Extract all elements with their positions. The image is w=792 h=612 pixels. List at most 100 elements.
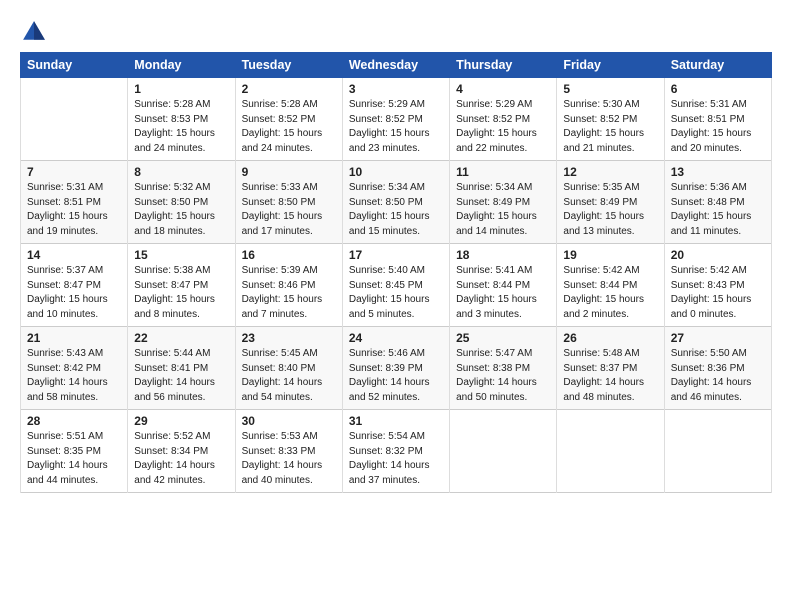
calendar-cell: 30Sunrise: 5:53 AM Sunset: 8:33 PM Dayli… xyxy=(235,410,342,493)
day-info: Sunrise: 5:37 AM Sunset: 8:47 PM Dayligh… xyxy=(27,264,121,322)
day-info: Sunrise: 5:35 AM Sunset: 8:49 PM Dayligh… xyxy=(563,181,657,239)
day-info: Sunrise: 5:28 AM Sunset: 8:53 PM Dayligh… xyxy=(134,98,228,156)
calendar-cell: 19Sunrise: 5:42 AM Sunset: 8:44 PM Dayli… xyxy=(557,244,664,327)
day-info: Sunrise: 5:36 AM Sunset: 8:48 PM Dayligh… xyxy=(671,181,765,239)
day-number: 16 xyxy=(242,248,336,262)
calendar-cell: 6 Sunrise: 5:31 AM Sunset: 8:51 PM Daylig… xyxy=(664,78,771,161)
calendar-week-row: 28Sunrise: 5:51 AM Sunset: 8:35 PM Dayli… xyxy=(21,410,772,493)
day-number: 19 xyxy=(563,248,657,262)
day-number: 14 xyxy=(27,248,121,262)
day-info: Sunrise: 5:47 AM Sunset: 8:38 PM Dayligh… xyxy=(456,347,550,405)
calendar-cell: 10 Sunrise: 5:34 AM Sunset: 8:50 PM Dayli… xyxy=(342,161,449,244)
col-header-thursday: Thursday xyxy=(450,53,557,78)
calendar-cell: 29 Sunrise: 5:52 AM Sunset: 8:34 PM Dayli… xyxy=(128,410,235,493)
col-header-saturday: Saturday xyxy=(664,53,771,78)
calendar-cell: 31 Sunrise: 5:54 AM Sunset: 8:32 PM Dayli… xyxy=(342,410,449,493)
day-number: 8 xyxy=(134,165,228,179)
calendar-cell: 27 Sunrise: 5:50 AM Sunset: 8:36 PM Dayli… xyxy=(664,327,771,410)
day-number: 31 xyxy=(349,414,443,428)
day-number: 17 xyxy=(349,248,443,262)
day-info: Sunrise: 5:53 AM Sunset: 8:33 PM Dayligh… xyxy=(242,430,336,488)
calendar-header-row: SundayMondayTuesdayWednesdayThursdayFrid… xyxy=(21,53,772,78)
day-number: 11 xyxy=(456,165,550,179)
header xyxy=(20,18,772,46)
day-info: Sunrise: 5:54 AM Sunset: 8:32 PM Dayligh… xyxy=(349,430,443,488)
calendar-cell xyxy=(557,410,664,493)
calendar-cell: 23 Sunrise: 5:45 AM Sunset: 8:40 PM Dayli… xyxy=(235,327,342,410)
calendar-table: SundayMondayTuesdayWednesdayThursdayFrid… xyxy=(20,52,772,493)
day-info: Sunrise: 5:30 AM Sunset: 8:52 PM Dayligh… xyxy=(563,98,657,156)
col-header-wednesday: Wednesday xyxy=(342,53,449,78)
day-number: 3 xyxy=(349,82,443,96)
day-number: 13 xyxy=(671,165,765,179)
calendar-cell: 14 Sunrise: 5:37 AM Sunset: 8:47 PM Dayli… xyxy=(21,244,128,327)
day-number: 7 xyxy=(27,165,121,179)
calendar-cell: 24 Sunrise: 5:46 AM Sunset: 8:39 PM Dayli… xyxy=(342,327,449,410)
day-info: Sunrise: 5:44 AM Sunset: 8:41 PM Dayligh… xyxy=(134,347,228,405)
day-number: 15 xyxy=(134,248,228,262)
day-number: 6 xyxy=(671,82,765,96)
calendar-cell: 5 Sunrise: 5:30 AM Sunset: 8:52 PM Daylig… xyxy=(557,78,664,161)
day-info: Sunrise: 5:31 AM Sunset: 8:51 PM Dayligh… xyxy=(671,98,765,156)
day-info: Sunrise: 5:45 AM Sunset: 8:40 PM Dayligh… xyxy=(242,347,336,405)
day-info: Sunrise: 5:48 AM Sunset: 8:37 PM Dayligh… xyxy=(563,347,657,405)
day-info: Sunrise: 5:39 AM Sunset: 8:46 PM Dayligh… xyxy=(242,264,336,322)
calendar-cell: 9Sunrise: 5:33 AM Sunset: 8:50 PM Daylig… xyxy=(235,161,342,244)
day-number: 28 xyxy=(27,414,121,428)
calendar-cell: 20Sunrise: 5:42 AM Sunset: 8:43 PM Dayli… xyxy=(664,244,771,327)
day-info: Sunrise: 5:52 AM Sunset: 8:34 PM Dayligh… xyxy=(134,430,228,488)
calendar-week-row: 1 Sunrise: 5:28 AM Sunset: 8:53 PM Daylig… xyxy=(21,78,772,161)
day-info: Sunrise: 5:33 AM Sunset: 8:50 PM Dayligh… xyxy=(242,181,336,239)
day-number: 29 xyxy=(134,414,228,428)
calendar-cell: 1 Sunrise: 5:28 AM Sunset: 8:53 PM Daylig… xyxy=(128,78,235,161)
calendar-cell: 12 Sunrise: 5:35 AM Sunset: 8:49 PM Dayli… xyxy=(557,161,664,244)
day-info: Sunrise: 5:32 AM Sunset: 8:50 PM Dayligh… xyxy=(134,181,228,239)
day-number: 21 xyxy=(27,331,121,345)
col-header-tuesday: Tuesday xyxy=(235,53,342,78)
day-number: 27 xyxy=(671,331,765,345)
day-number: 20 xyxy=(671,248,765,262)
day-info: Sunrise: 5:29 AM Sunset: 8:52 PM Dayligh… xyxy=(349,98,443,156)
calendar-cell: 15 Sunrise: 5:38 AM Sunset: 8:47 PM Dayli… xyxy=(128,244,235,327)
calendar-cell: 17 Sunrise: 5:40 AM Sunset: 8:45 PM Dayli… xyxy=(342,244,449,327)
calendar-cell: 22Sunrise: 5:44 AM Sunset: 8:41 PM Dayli… xyxy=(128,327,235,410)
day-info: Sunrise: 5:34 AM Sunset: 8:49 PM Dayligh… xyxy=(456,181,550,239)
calendar-week-row: 7 Sunrise: 5:31 AM Sunset: 8:51 PM Daylig… xyxy=(21,161,772,244)
col-header-sunday: Sunday xyxy=(21,53,128,78)
day-number: 18 xyxy=(456,248,550,262)
calendar-cell: 4Sunrise: 5:29 AM Sunset: 8:52 PM Daylig… xyxy=(450,78,557,161)
logo-icon xyxy=(20,18,48,46)
calendar-cell xyxy=(21,78,128,161)
col-header-monday: Monday xyxy=(128,53,235,78)
calendar-cell: 25 Sunrise: 5:47 AM Sunset: 8:38 PM Dayli… xyxy=(450,327,557,410)
day-number: 4 xyxy=(456,82,550,96)
day-info: Sunrise: 5:46 AM Sunset: 8:39 PM Dayligh… xyxy=(349,347,443,405)
day-number: 1 xyxy=(134,82,228,96)
day-number: 5 xyxy=(563,82,657,96)
calendar-cell xyxy=(664,410,771,493)
calendar-week-row: 14 Sunrise: 5:37 AM Sunset: 8:47 PM Dayli… xyxy=(21,244,772,327)
day-info: Sunrise: 5:43 AM Sunset: 8:42 PM Dayligh… xyxy=(27,347,121,405)
day-info: Sunrise: 5:40 AM Sunset: 8:45 PM Dayligh… xyxy=(349,264,443,322)
day-number: 23 xyxy=(242,331,336,345)
day-number: 25 xyxy=(456,331,550,345)
calendar-cell: 3 Sunrise: 5:29 AM Sunset: 8:52 PM Daylig… xyxy=(342,78,449,161)
day-info: Sunrise: 5:38 AM Sunset: 8:47 PM Dayligh… xyxy=(134,264,228,322)
calendar-cell: 21 Sunrise: 5:43 AM Sunset: 8:42 PM Dayli… xyxy=(21,327,128,410)
day-number: 26 xyxy=(563,331,657,345)
day-number: 2 xyxy=(242,82,336,96)
calendar-cell: 26 Sunrise: 5:48 AM Sunset: 8:37 PM Dayli… xyxy=(557,327,664,410)
calendar-cell: 13 Sunrise: 5:36 AM Sunset: 8:48 PM Dayli… xyxy=(664,161,771,244)
calendar-cell: 11 Sunrise: 5:34 AM Sunset: 8:49 PM Dayli… xyxy=(450,161,557,244)
calendar-cell: 28Sunrise: 5:51 AM Sunset: 8:35 PM Dayli… xyxy=(21,410,128,493)
day-number: 24 xyxy=(349,331,443,345)
day-info: Sunrise: 5:34 AM Sunset: 8:50 PM Dayligh… xyxy=(349,181,443,239)
day-info: Sunrise: 5:50 AM Sunset: 8:36 PM Dayligh… xyxy=(671,347,765,405)
logo xyxy=(20,18,52,46)
day-info: Sunrise: 5:31 AM Sunset: 8:51 PM Dayligh… xyxy=(27,181,121,239)
day-number: 10 xyxy=(349,165,443,179)
page: SundayMondayTuesdayWednesdayThursdayFrid… xyxy=(0,0,792,503)
day-number: 12 xyxy=(563,165,657,179)
calendar-cell: 2Sunrise: 5:28 AM Sunset: 8:52 PM Daylig… xyxy=(235,78,342,161)
calendar-cell: 18Sunrise: 5:41 AM Sunset: 8:44 PM Dayli… xyxy=(450,244,557,327)
